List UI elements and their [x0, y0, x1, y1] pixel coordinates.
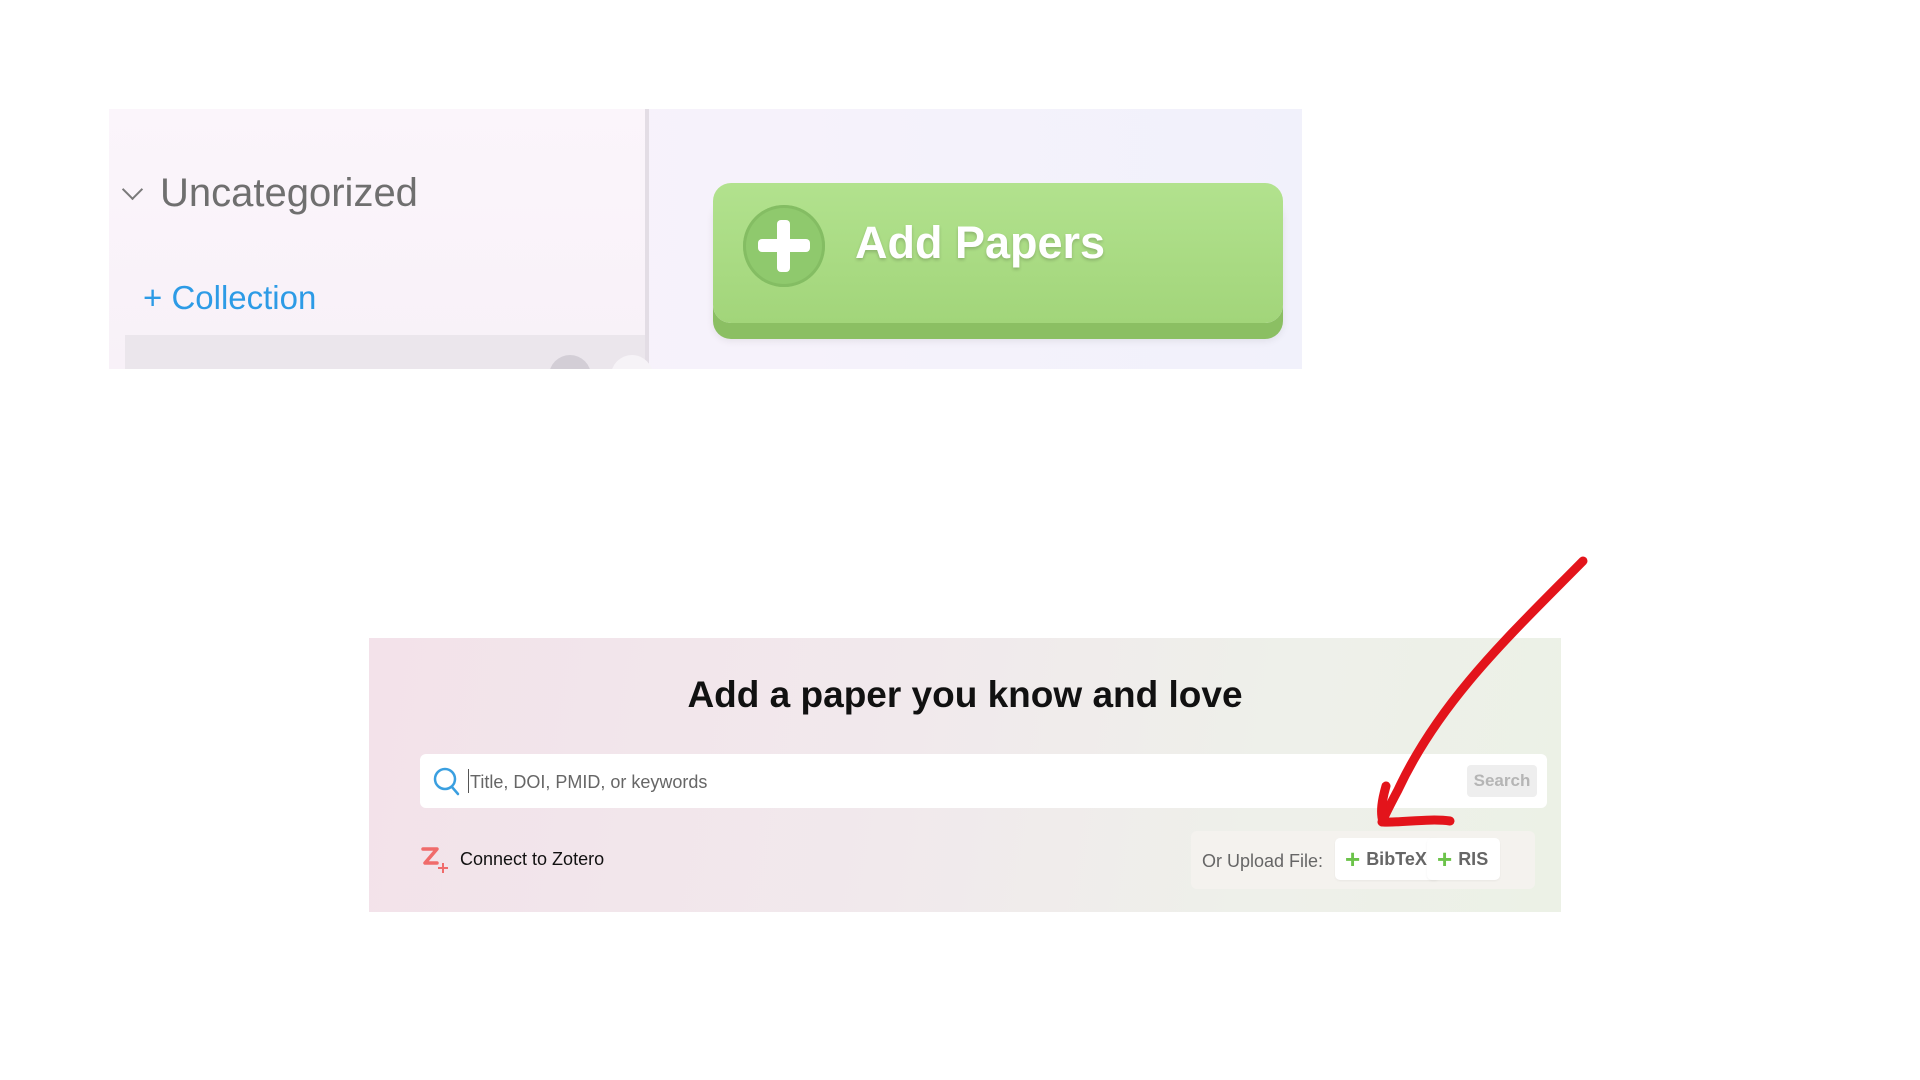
- bibtex-label: BibTeX: [1366, 848, 1427, 869]
- zotero-label: Connect to Zotero: [460, 848, 605, 869]
- search-input[interactable]: [468, 764, 1472, 800]
- connect-zotero-link[interactable]: Connect to Zotero: [420, 844, 604, 874]
- avatar: [549, 355, 591, 369]
- upload-ris-button[interactable]: + RIS: [1427, 838, 1500, 880]
- ris-label: RIS: [1458, 848, 1489, 869]
- upload-label: Or Upload File:: [1202, 851, 1324, 871]
- library-panel: Uncategorized + Collection Add Papers: [109, 109, 1302, 369]
- search-bar: Search: [420, 754, 1547, 808]
- upload-bibtex-button[interactable]: + BibTeX: [1335, 838, 1440, 880]
- sidebar: Uncategorized + Collection: [109, 109, 653, 369]
- search-button[interactable]: Search: [1467, 765, 1537, 797]
- add-paper-panel: Add a paper you know and love Search Con…: [369, 638, 1561, 912]
- plus-circle-icon: [743, 205, 825, 287]
- search-icon: [433, 767, 460, 796]
- zotero-icon: [421, 847, 448, 873]
- avatar: [611, 355, 653, 369]
- add-papers-button[interactable]: Add Papers: [713, 183, 1283, 323]
- add-papers-label: Add Papers: [855, 217, 1106, 268]
- add-collection-link[interactable]: + Collection: [143, 279, 316, 317]
- page-title: Add a paper you know and love: [687, 674, 1243, 715]
- plus-icon: +: [1345, 844, 1361, 874]
- upload-file-group: Or Upload File: + BibTeX + RIS: [1191, 831, 1535, 889]
- category-label: Uncategorized: [160, 171, 418, 215]
- sidebar-item[interactable]: [125, 335, 653, 369]
- category-uncategorized[interactable]: Uncategorized: [121, 171, 418, 216]
- chevron-down-icon[interactable]: [121, 178, 144, 201]
- plus-icon: +: [1437, 844, 1453, 874]
